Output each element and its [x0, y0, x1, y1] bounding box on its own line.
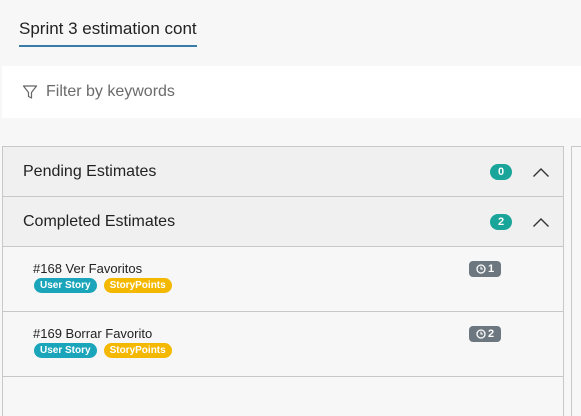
estimation-page: Sprint 3 estimation cont Pending Estimat… [0, 0, 581, 416]
filter-bar [2, 66, 581, 118]
estimate-value: 1 [487, 263, 495, 275]
estimates-panel: Pending Estimates 0 Completed Estimates … [2, 146, 564, 416]
estimate-badge: 2 [469, 326, 501, 342]
chevron-up-icon[interactable] [532, 166, 550, 178]
work-item-title: #168 Ver Favoritos [33, 261, 143, 276]
estimate-badge: 1 [469, 261, 501, 277]
session-title: Sprint 3 estimation cont [19, 19, 197, 47]
section-title: Pending Estimates [23, 162, 157, 180]
tag-list: User Story StoryPoints [34, 278, 172, 293]
pending-estimates-header[interactable]: Pending Estimates 0 [3, 147, 563, 197]
tag-story-points: StoryPoints [103, 278, 172, 293]
tag-user-story: User Story [34, 278, 97, 293]
section-title: Completed Estimates [23, 212, 176, 230]
session-title-tab[interactable]: Sprint 3 estimation cont [19, 19, 197, 47]
chevron-up-icon[interactable] [532, 216, 550, 228]
count-badge: 2 [490, 213, 512, 230]
clock-icon [476, 329, 486, 339]
completed-estimates-header[interactable]: Completed Estimates 2 [3, 197, 563, 247]
tag-user-story: User Story [34, 343, 97, 358]
estimate-value: 2 [487, 328, 495, 340]
count-badge: 0 [490, 163, 512, 180]
work-item-card[interactable]: #168 Ver Favoritos User Story StoryPoint… [3, 247, 563, 312]
clock-icon [476, 264, 486, 274]
filter-icon [22, 85, 38, 99]
side-panel-edge [571, 146, 581, 416]
work-item-card[interactable]: #169 Borrar Favorito User Story StoryPoi… [3, 312, 563, 377]
work-item-title: #169 Borrar Favorito [33, 326, 153, 341]
filter-keywords-input[interactable] [46, 83, 526, 101]
tag-story-points: StoryPoints [103, 343, 172, 358]
tag-list: User Story StoryPoints [34, 343, 172, 358]
